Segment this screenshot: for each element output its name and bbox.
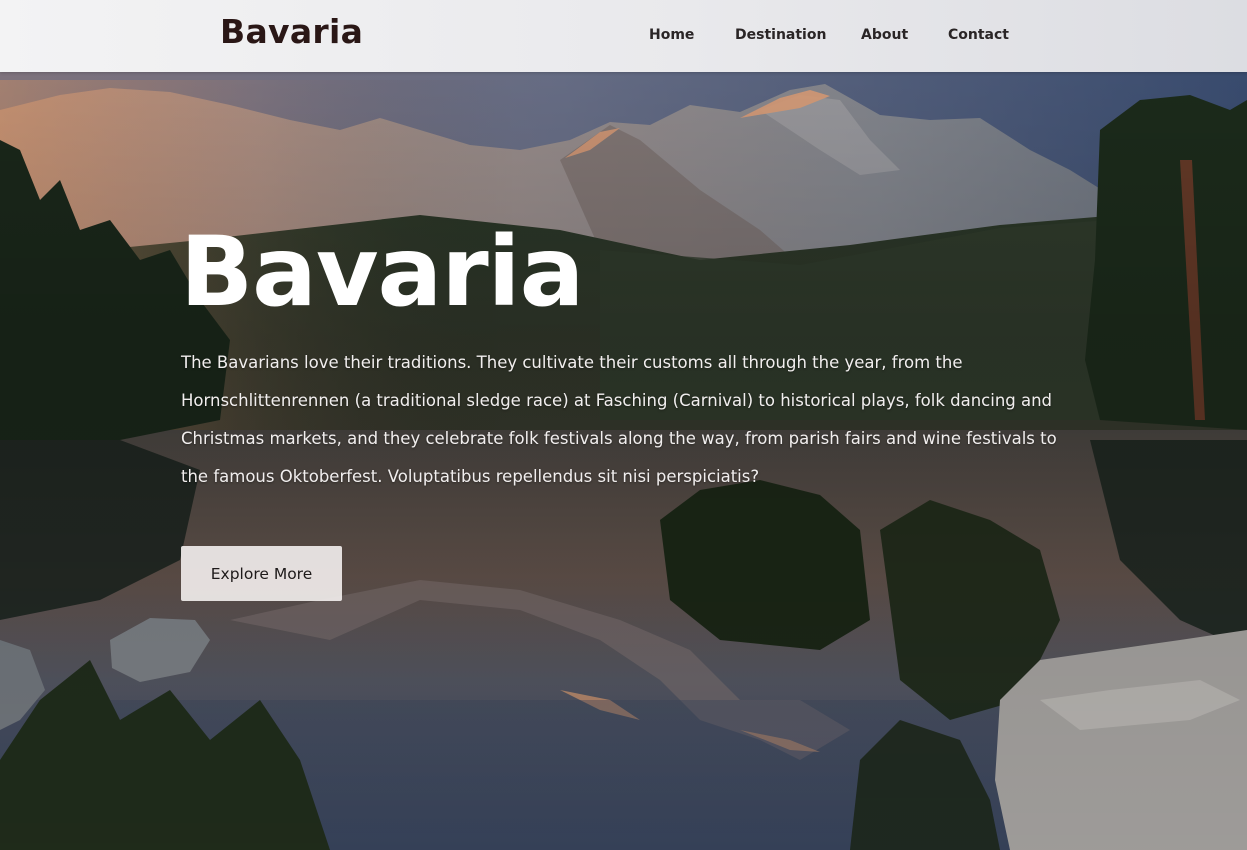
- main-nav: Home Destination About Contact: [0, 27, 1247, 47]
- nav-home-link[interactable]: Home: [649, 27, 694, 43]
- nav-destination-link[interactable]: Destination: [735, 27, 826, 43]
- explore-more-button[interactable]: Explore More: [181, 546, 342, 601]
- site-header: Bavaria Home Destination About Contact: [0, 0, 1247, 72]
- hero-description: The Bavarians love their traditions. The…: [181, 353, 1057, 486]
- hero-title: Bavaria: [180, 216, 584, 328]
- nav-contact-link[interactable]: Contact: [948, 27, 1009, 43]
- page: Bavaria Home Destination About Contact B…: [0, 0, 1247, 850]
- nav-about-link[interactable]: About: [861, 27, 908, 43]
